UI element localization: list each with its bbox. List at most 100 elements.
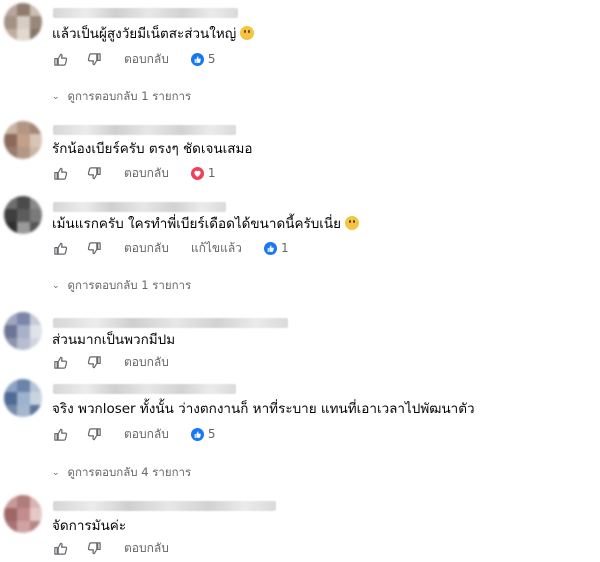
- comment-text: รักน้องเบียร์ครับ ตรงๆ ชัดเจนเสมอ: [52, 140, 253, 158]
- reply-button[interactable]: ตอบกลับ: [124, 50, 169, 69]
- avatar-pixel: [4, 29, 17, 41]
- author-name-redacted[interactable]: [53, 202, 226, 212]
- like-icon[interactable]: [52, 165, 68, 181]
- avatar-pixel: [4, 121, 17, 134]
- avatar[interactable]: [4, 3, 42, 41]
- comment-actions: ตอบกลับ: [52, 354, 169, 370]
- reaction-summary[interactable]: 1: [263, 241, 289, 255]
- comment-text: แล้วเป็นผู้สูงวัยมีเน็ตสะส่วนใหญ่: [52, 25, 255, 43]
- avatar-pixel: [17, 222, 30, 234]
- reaction-summary[interactable]: 1: [190, 166, 216, 180]
- reaction-summary[interactable]: 5: [190, 427, 216, 441]
- avatar-pixel: [17, 134, 30, 147]
- dislike-icon[interactable]: [86, 165, 102, 181]
- like-reaction-icon: [263, 241, 277, 255]
- avatar-pixel: [4, 209, 17, 222]
- author-name-redacted[interactable]: [53, 318, 288, 328]
- avatar-pixel: [30, 209, 42, 222]
- comment: ส่วนมากเป็นพวกมีปม ตอบกลับ: [0, 309, 600, 369]
- avatar[interactable]: [4, 312, 42, 350]
- reaction-count: 1: [280, 241, 289, 255]
- avatar-pixel: [4, 338, 17, 350]
- reaction-count: 5: [207, 427, 216, 441]
- comment: จริง พวกloser ทั้งนั้น ว่างตกงานก็ หาที่…: [0, 376, 600, 479]
- like-icon[interactable]: [52, 354, 68, 370]
- dislike-icon[interactable]: [86, 51, 102, 67]
- avatar-pixel: [4, 147, 17, 159]
- comment-text: เม้นแรกครับ ใครทำพี่เบียร์เดือดได้ขนาดนี…: [52, 215, 360, 233]
- avatar-pixel: [30, 521, 42, 533]
- dislike-icon[interactable]: [86, 426, 102, 442]
- avatar-pixel: [17, 405, 30, 417]
- avatar-pixel: [30, 121, 42, 134]
- avatar-pixel: [4, 3, 17, 16]
- avatar[interactable]: [4, 121, 42, 159]
- comment-actions: ตอบกลับ แก้ไขแล้ว 1: [52, 240, 289, 256]
- avatar-pixel: [4, 196, 17, 209]
- author-name-redacted[interactable]: [53, 8, 238, 18]
- avatar-pixel: [17, 379, 30, 392]
- view-replies-label: ดูการตอบกลับ 4 รายการ: [67, 465, 192, 479]
- comment: จัดการมันค่ะ ตอบกลับ: [0, 492, 600, 560]
- like-icon[interactable]: [52, 51, 68, 67]
- like-icon[interactable]: [52, 240, 68, 256]
- love-reaction-icon: [190, 166, 204, 180]
- avatar[interactable]: [4, 379, 42, 417]
- comment-body: แล้วเป็นผู้สูงวัยมีเน็ตสะส่วนใหญ่: [52, 26, 237, 42]
- avatar-pixel: [17, 147, 30, 159]
- avatar-pixel: [4, 325, 17, 338]
- view-replies-link[interactable]: ⌄ ดูการตอบกลับ 1 รายการ: [52, 277, 191, 295]
- avatar-pixel: [30, 405, 42, 417]
- avatar[interactable]: [4, 196, 42, 234]
- comment: รักน้องเบียร์ครับ ตรงๆ ชัดเจนเสมอ ตอบกลั…: [0, 118, 600, 183]
- view-replies-label: ดูการตอบกลับ 1 รายการ: [67, 89, 192, 103]
- like-icon[interactable]: [52, 426, 68, 442]
- avatar-pixel: [4, 405, 17, 417]
- avatar-pixel: [4, 222, 17, 234]
- avatar-pixel: [30, 312, 42, 325]
- reply-button[interactable]: ตอบกลับ: [124, 353, 169, 372]
- dislike-icon[interactable]: [86, 240, 102, 256]
- comment-text: จริง พวกloser ทั้งนั้น ว่างตกงานก็ หาที่…: [52, 400, 475, 418]
- comment: แล้วเป็นผู้สูงวัยมีเน็ตสะส่วนใหญ่ ตอบกลั…: [0, 0, 600, 103]
- avatar-pixel: [30, 495, 42, 508]
- reply-button[interactable]: ตอบกลับ: [124, 539, 169, 558]
- comment-body: ส่วนมากเป็นพวกมีปม: [52, 332, 176, 348]
- view-replies-link[interactable]: ⌄ ดูการตอบกลับ 1 รายการ: [52, 88, 191, 106]
- avatar[interactable]: [4, 495, 42, 533]
- avatar-pixel: [17, 209, 30, 222]
- like-reaction-icon: [190, 52, 204, 66]
- like-reaction-icon: [190, 427, 204, 441]
- comment-actions: ตอบกลับ 5: [52, 426, 216, 442]
- avatar-pixel: [17, 16, 30, 29]
- avatar-pixel: [17, 325, 30, 338]
- avatar-pixel: [17, 521, 30, 533]
- reply-button[interactable]: ตอบกลับ: [124, 239, 169, 258]
- chevron-down-icon: ⌄: [52, 468, 60, 478]
- view-replies-link[interactable]: ⌄ ดูการตอบกลับ 4 รายการ: [52, 464, 191, 482]
- reply-button[interactable]: ตอบกลับ: [124, 164, 169, 183]
- author-name-redacted[interactable]: [53, 501, 276, 511]
- author-name-redacted[interactable]: [53, 125, 236, 135]
- avatar-pixel: [4, 16, 17, 29]
- avatar-pixel: [30, 29, 42, 41]
- avatar-pixel: [4, 495, 17, 508]
- reaction-count: 5: [207, 52, 216, 66]
- avatar-pixel: [30, 134, 42, 147]
- author-name-redacted[interactable]: [53, 384, 236, 394]
- avatar-pixel: [30, 508, 42, 521]
- avatar-pixel: [4, 508, 17, 521]
- like-icon[interactable]: [52, 540, 68, 556]
- comment-body: เม้นแรกครับ ใครทำพี่เบียร์เดือดได้ขนาดนี…: [52, 216, 342, 232]
- comment-text: ส่วนมากเป็นพวกมีปม: [52, 331, 175, 349]
- avatar-pixel: [17, 29, 30, 41]
- dislike-icon[interactable]: [86, 354, 102, 370]
- comment-actions: ตอบกลับ: [52, 540, 169, 556]
- reaction-summary[interactable]: 5: [190, 52, 216, 66]
- avatar-pixel: [17, 508, 30, 521]
- comment-actions: ตอบกลับ 5: [52, 51, 216, 67]
- avatar-pixel: [4, 134, 17, 147]
- reply-button[interactable]: ตอบกลับ: [124, 425, 169, 444]
- edited-label: แก้ไขแล้ว: [190, 240, 242, 255]
- dislike-icon[interactable]: [86, 540, 102, 556]
